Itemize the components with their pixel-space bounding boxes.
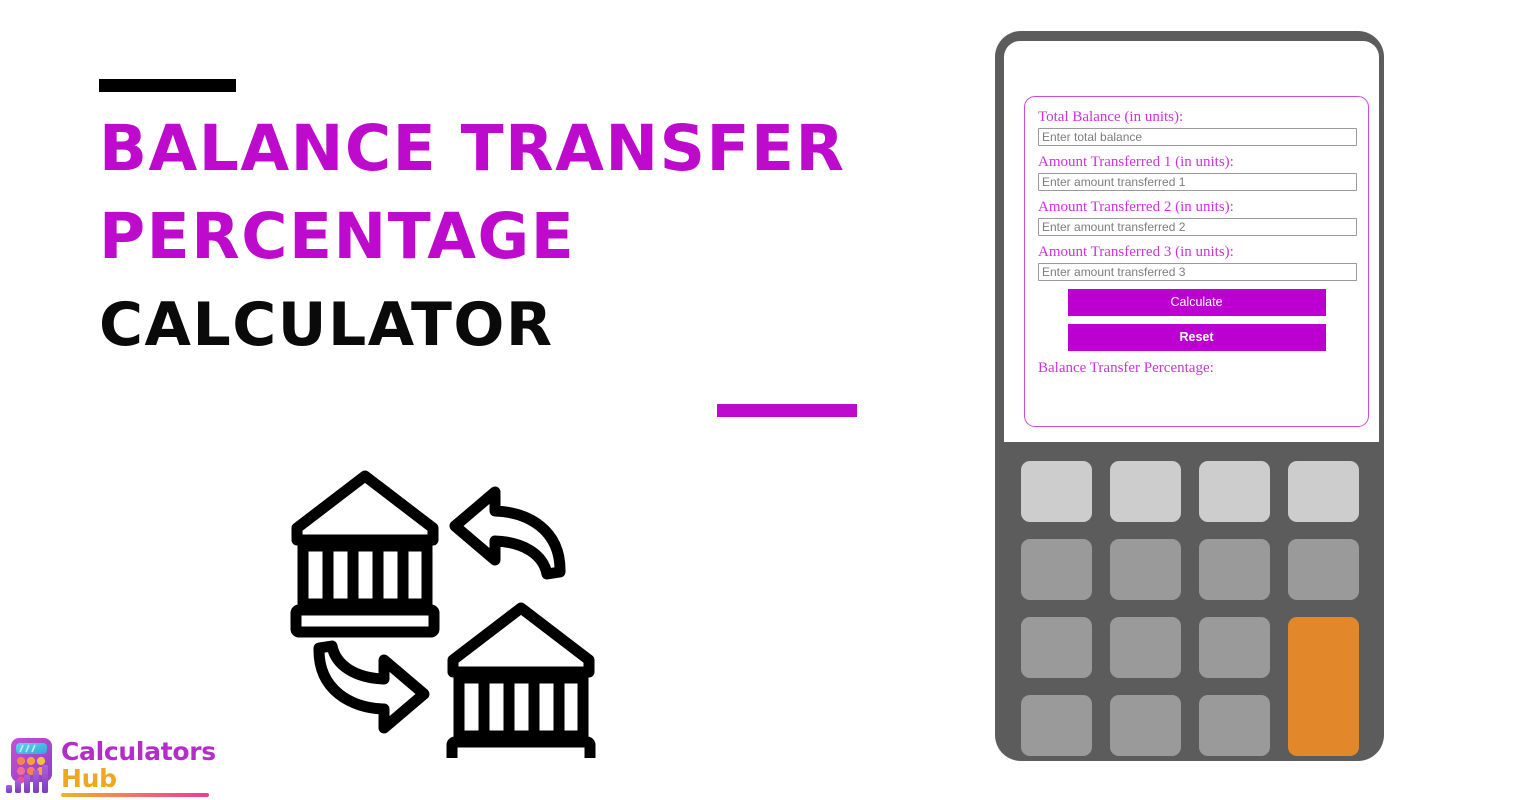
brand-logo-text: Calculators Hub [61,736,216,797]
calculate-button[interactable]: Calculate [1067,289,1326,316]
calculator-form: Total Balance (in units): Amount Transfe… [1024,96,1369,427]
amount-transferred-3-input[interactable] [1038,263,1357,281]
keypad-key[interactable] [1021,461,1092,522]
field-group-total-balance: Total Balance (in units): [1038,108,1357,146]
keypad-key[interactable] [1199,695,1270,756]
keypad-key[interactable] [1021,539,1092,600]
field-group-amount-3: Amount Transferred 3 (in units): [1038,243,1357,281]
keypad-key[interactable] [1110,695,1181,756]
title-line-1: BALANCE TRANSFER [99,112,846,185]
bank-transfer-illustration [290,470,596,758]
brand-logo[interactable]: Calculators Hub [4,736,216,798]
keypad-key[interactable] [1199,539,1270,600]
brand-word-calculators: Calculators [61,737,216,766]
keypad-key[interactable] [1199,617,1270,678]
keypad-key[interactable] [1110,617,1181,678]
keypad-key[interactable] [1110,461,1181,522]
result-label: Balance Transfer Percentage: [1038,360,1214,376]
bank-building-icon [446,602,596,758]
hero-panel: BALANCE TRANSFER PERCENTAGE CALCULATOR C… [0,0,980,800]
brand-underline [61,793,209,797]
transfer-arrow-left-icon [449,486,566,580]
title-line-2: PERCENTAGE [99,200,576,273]
label-amount-transferred-3: Amount Transferred 3 (in units): [1038,244,1234,260]
label-amount-transferred-2: Amount Transferred 2 (in units): [1038,199,1234,215]
brand-word-hub: Hub [61,764,117,793]
title-line-3: CALCULATOR [99,290,554,360]
transfer-arrow-right-icon [313,640,430,734]
accent-bar-top [99,79,236,92]
total-balance-input[interactable] [1038,128,1357,146]
label-amount-transferred-1: Amount Transferred 1 (in units): [1038,154,1234,170]
accent-bar-bottom [717,404,857,417]
keypad-key[interactable] [1288,461,1359,522]
calculator-keypad [1021,461,1359,761]
keypad-key[interactable] [1199,461,1270,522]
keypad-key[interactable] [1110,539,1181,600]
calculator-device: Total Balance (in units): Amount Transfe… [995,31,1384,761]
amount-transferred-2-input[interactable] [1038,218,1357,236]
keypad-key-accent[interactable] [1288,617,1359,756]
field-group-amount-1: Amount Transferred 1 (in units): [1038,153,1357,191]
keypad-key[interactable] [1021,617,1092,678]
bank-building-icon [290,470,440,638]
calculator-screen: Total Balance (in units): Amount Transfe… [1004,41,1379,442]
amount-transferred-1-input[interactable] [1038,173,1357,191]
page-root: BALANCE TRANSFER PERCENTAGE CALCULATOR C… [0,0,1520,800]
keypad-key[interactable] [1288,539,1359,600]
field-group-amount-2: Amount Transferred 2 (in units): [1038,198,1357,236]
page-title: BALANCE TRANSFER PERCENTAGE CALCULATOR [99,105,959,369]
label-total-balance: Total Balance (in units): [1038,109,1184,125]
keypad-key[interactable] [1021,695,1092,756]
reset-button[interactable]: Reset [1067,324,1326,351]
calculator-bar-chart-icon [6,738,52,793]
